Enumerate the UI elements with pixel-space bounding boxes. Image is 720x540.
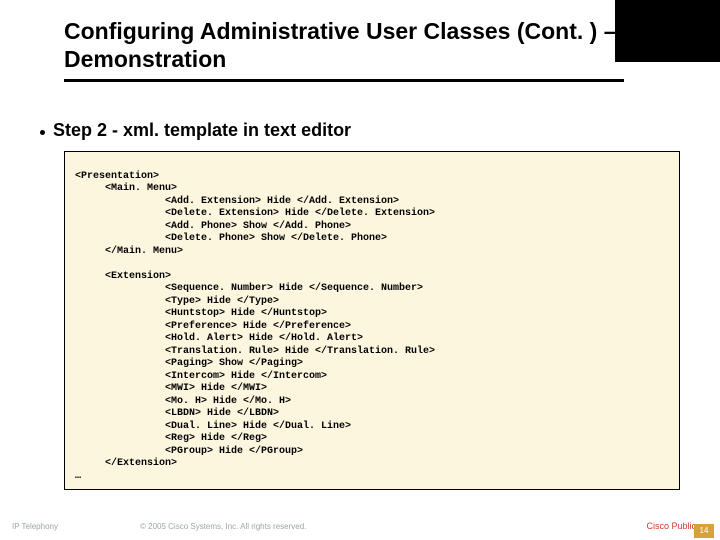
code-line: <Intercom> Hide </Intercom> bbox=[75, 371, 327, 382]
code-line: <Mo. H> Hide </Mo. H> bbox=[75, 396, 291, 407]
title-area: Configuring Administrative User Classes … bbox=[0, 0, 720, 92]
code-line: </Main. Menu> bbox=[75, 246, 183, 257]
code-line: <LBDN> Hide </LBDN> bbox=[75, 408, 279, 419]
bullet-icon bbox=[40, 130, 45, 135]
footer-left: IP Telephony bbox=[0, 522, 140, 531]
slide-title: Configuring Administrative User Classes … bbox=[64, 18, 680, 73]
code-line: <Hold. Alert> Hide </Hold. Alert> bbox=[75, 333, 363, 344]
code-line: <Dual. Line> Hide </Dual. Line> bbox=[75, 421, 351, 432]
code-line: <Huntstop> Hide </Huntstop> bbox=[75, 308, 327, 319]
code-line: … bbox=[75, 471, 81, 482]
code-line: <PGroup> Hide </PGroup> bbox=[75, 446, 303, 457]
code-line: <Presentation> bbox=[75, 171, 159, 182]
code-line: <Delete. Phone> Show </Delete. Phone> bbox=[75, 233, 387, 244]
slide-number: 14 bbox=[694, 524, 714, 538]
code-line: <Preference> Hide </Preference> bbox=[75, 321, 351, 332]
code-line: <Delete. Extension> Hide </Delete. Exten… bbox=[75, 208, 435, 219]
xml-code-box: <Presentation> <Main. Menu> <Add. Extens… bbox=[64, 151, 680, 490]
title-underline bbox=[64, 79, 624, 82]
code-line: <Sequence. Number> Hide </Sequence. Numb… bbox=[75, 283, 423, 294]
code-line: <Reg> Hide </Reg> bbox=[75, 433, 267, 444]
code-line: <Paging> Show </Paging> bbox=[75, 358, 303, 369]
code-line: <MWI> Hide </MWI> bbox=[75, 383, 267, 394]
code-line: <Add. Extension> Hide </Add. Extension> bbox=[75, 196, 399, 207]
code-line: <Type> Hide </Type> bbox=[75, 296, 279, 307]
footer-copyright: © 2005 Cisco Systems, Inc. All rights re… bbox=[140, 522, 646, 531]
step-bullet-row: Step 2 - xml. template in text editor bbox=[0, 92, 720, 149]
code-line: <Add. Phone> Show </Add. Phone> bbox=[75, 221, 351, 232]
code-line: <Main. Menu> bbox=[75, 183, 177, 194]
code-line: <Translation. Rule> Hide </Translation. … bbox=[75, 346, 435, 357]
code-line: </Extension> bbox=[75, 458, 177, 469]
code-line: <Extension> bbox=[75, 271, 171, 282]
step-heading: Step 2 - xml. template in text editor bbox=[53, 120, 351, 141]
footer: IP Telephony © 2005 Cisco Systems, Inc. … bbox=[0, 518, 720, 534]
